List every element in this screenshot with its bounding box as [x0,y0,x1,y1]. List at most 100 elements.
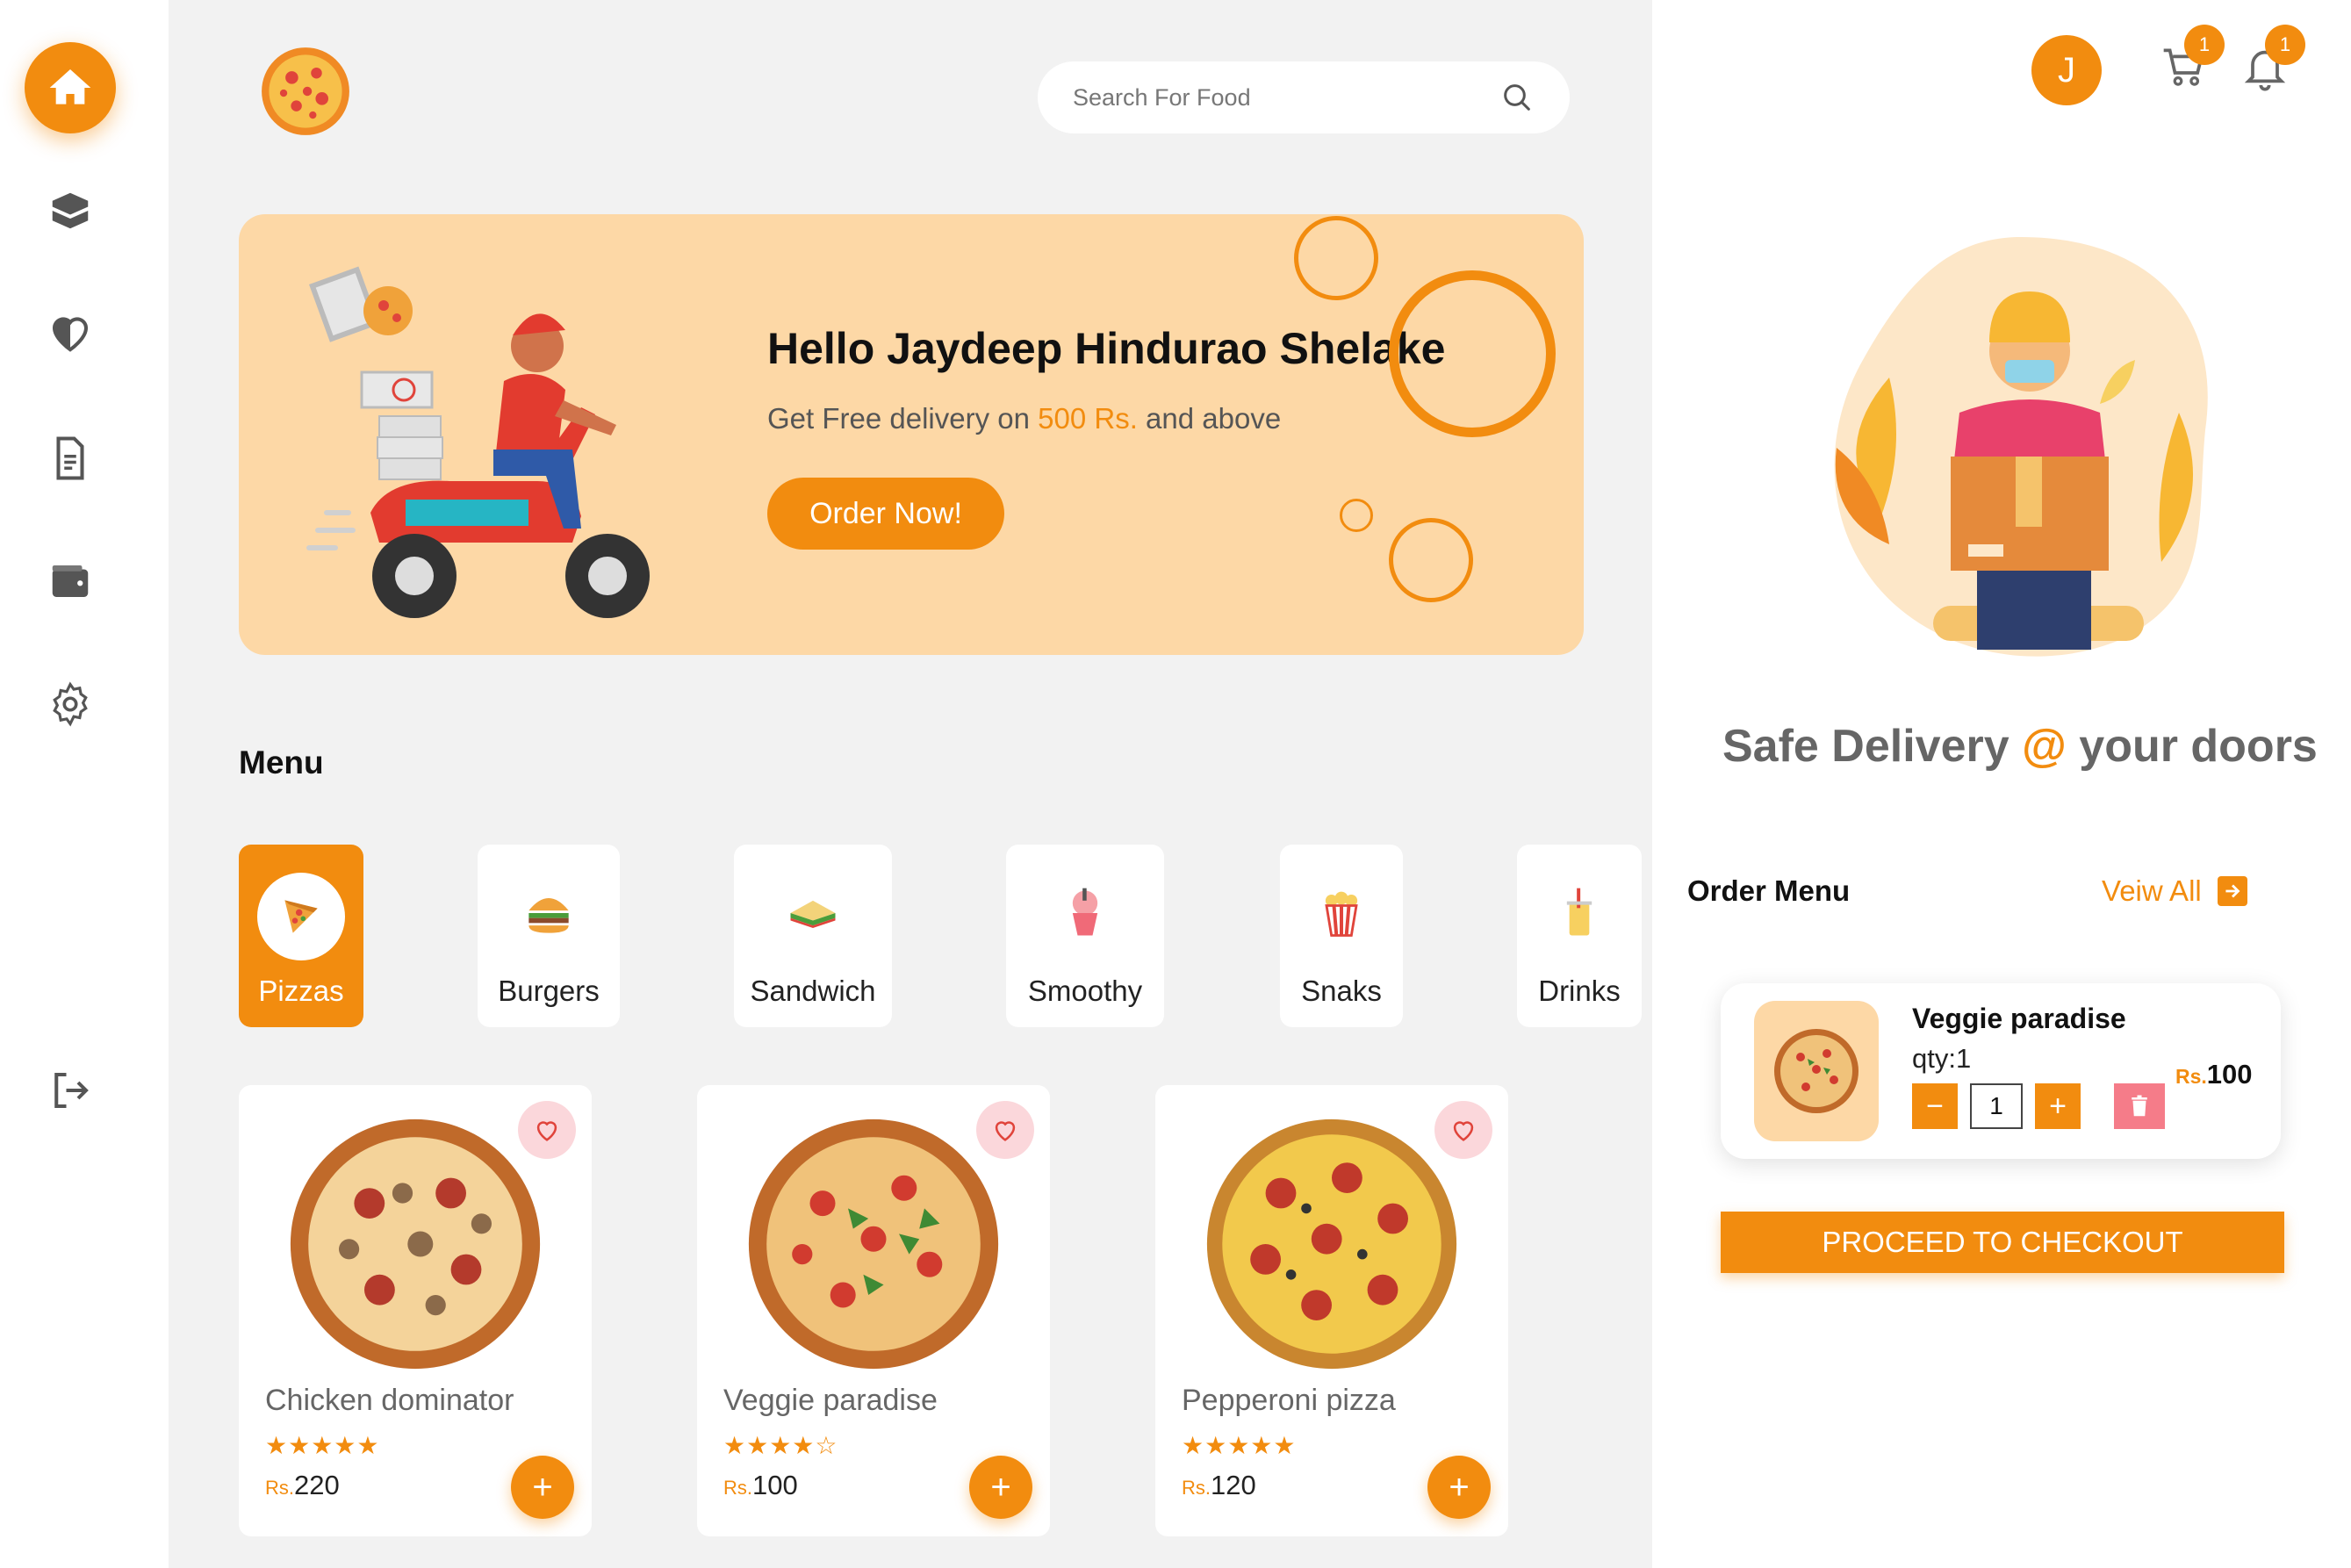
order-item-qty-label: qty:1 [1912,1043,1972,1074]
rating-stars: ★★★★★ [265,1432,380,1459]
notification-button[interactable]: 1 [2240,25,2305,98]
drink-icon [1566,888,1592,936]
settings-icon[interactable] [33,667,107,741]
heart-icon [995,1121,1016,1141]
category-snaks[interactable]: Snaks [1280,845,1403,1027]
decor-ring-4 [1389,518,1473,602]
heart-icon [536,1121,557,1141]
quantity-stepper: − + [1912,1083,2165,1129]
category-label: Sandwich [750,975,876,1007]
delete-item-button[interactable] [2114,1083,2165,1129]
user-avatar[interactable]: J [2031,35,2102,105]
product-card[interactable]: Veggie paradise ★★★★☆ Rs.100 + [697,1085,1050,1536]
delivery-offer-text: Get Free delivery on 500 Rs. and above [767,402,1281,435]
plus-icon: + [990,1467,1011,1507]
add-to-cart-button[interactable]: + [969,1456,1032,1519]
category-sandwich[interactable]: Sandwich [734,845,892,1027]
logout-icon[interactable] [33,1054,107,1127]
pizza-logo[interactable] [260,46,351,137]
favorite-button[interactable] [976,1101,1034,1159]
plus-icon: + [532,1467,553,1507]
minus-icon: − [1926,1089,1944,1123]
product-price: Rs.120 [1182,1470,1256,1501]
category-label: Pizzas [258,975,344,1007]
product-card[interactable]: Chicken dominator ★★★★★ Rs.220 + [239,1085,592,1536]
quantity-input[interactable] [1970,1083,2023,1129]
plus-icon: + [1449,1467,1470,1507]
category-label: Drinks [1538,975,1621,1007]
burger-icon [528,898,569,933]
smoothie-icon [1072,888,1098,936]
box-icon[interactable] [33,174,107,248]
search-bar[interactable] [1038,61,1570,133]
add-to-cart-button[interactable]: + [511,1456,574,1519]
product-name: Pepperoni pizza [1182,1384,1396,1417]
menu-title: Menu [239,744,324,780]
order-item-name: Veggie paradise [1912,1003,2126,1034]
category-label: Snaks [1301,975,1382,1007]
price-value: 120 [1211,1470,1256,1500]
rating-stars: ★★★★★ [1182,1432,1297,1459]
price-value: 100 [752,1470,798,1500]
promo-banner: Hello Jaydeep Hindurao Shelake Get Free … [239,214,1584,655]
search-input[interactable] [1073,83,1499,111]
sandwich-icon [790,900,836,928]
price-value: 220 [294,1470,340,1500]
popcorn-icon [1325,891,1358,937]
pizza-image [290,1118,541,1370]
heart-shield-icon[interactable] [33,295,107,369]
decrease-quantity-button[interactable]: − [1912,1083,1958,1129]
pizza-slice-icon [257,873,345,960]
price-currency: Rs. [265,1477,294,1499]
arrow-right-icon [2217,876,2247,906]
decor-ring-1 [1294,216,1378,300]
safe-prefix: Safe Delivery [1722,721,2023,772]
price-currency: Rs. [1182,1477,1211,1499]
offer-amount: 500 Rs. [1038,402,1138,435]
order-item-card: Veggie paradise qty:1 − + Rs.100 [1721,983,2281,1159]
favorite-button[interactable] [1434,1101,1492,1159]
category-pizzas[interactable]: Pizzas [239,845,363,1027]
rating-stars: ★★★★☆ [723,1432,838,1459]
product-price: Rs.100 [723,1470,798,1501]
category-burgers[interactable]: Burgers [478,845,620,1027]
price-currency: Rs. [2175,1065,2207,1088]
search-icon[interactable] [1499,80,1535,115]
safe-suffix: your doors [2066,721,2318,772]
offer-prefix: Get Free delivery on [767,402,1039,435]
pizza-image [1774,1029,1859,1113]
category-drinks[interactable]: Drinks [1517,845,1642,1027]
proceed-to-checkout-button[interactable]: PROCEED TO CHECKOUT [1721,1212,2284,1273]
category-smoothy[interactable]: Smoothy [1006,845,1164,1027]
view-all-label: Veiw All [2102,874,2202,907]
wallet-icon[interactable] [33,544,107,618]
view-all-link[interactable]: Veiw All [2102,874,2247,908]
product-name: Chicken dominator [265,1384,514,1417]
decor-ring-2 [1389,270,1556,437]
cart-count-badge: 1 [2184,25,2225,65]
delivery-scooter-illustration [306,266,650,618]
document-icon[interactable] [33,421,107,495]
offer-suffix: and above [1137,402,1282,435]
order-item-price: Rs.100 [2175,1059,2253,1090]
price-value: 100 [2206,1059,2253,1090]
increase-quantity-button[interactable]: + [2035,1083,2081,1129]
safe-delivery-title: Safe Delivery @ your doors [1722,720,2318,773]
order-now-button[interactable]: Order Now! [767,478,1004,550]
pizza-image [748,1118,999,1370]
greeting-title: Hello Jaydeep Hindurao Shelake [767,324,1446,373]
sidebar [0,0,169,1568]
heart-icon [1453,1121,1474,1141]
cart-button[interactable]: 1 [2160,25,2225,98]
favorite-button[interactable] [518,1101,576,1159]
home-icon[interactable] [25,42,116,133]
product-card[interactable]: Pepperoni pizza ★★★★★ Rs.120 + [1155,1085,1508,1536]
app: Hello Jaydeep Hindurao Shelake Get Free … [0,0,2351,1568]
category-label: Burgers [498,975,600,1007]
price-currency: Rs. [723,1477,752,1499]
product-name: Veggie paradise [723,1384,938,1417]
add-to-cart-button[interactable]: + [1427,1456,1491,1519]
pizza-image [1206,1118,1457,1370]
order-menu-title: Order Menu [1687,874,1851,907]
notification-count-badge: 1 [2265,25,2305,65]
